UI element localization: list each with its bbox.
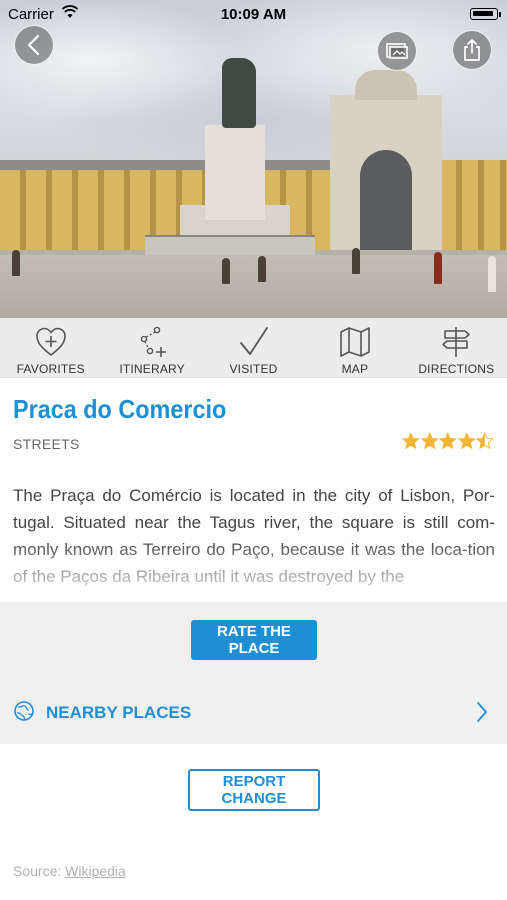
battery-tip — [499, 12, 501, 17]
heart-plus-icon — [35, 327, 66, 357]
monument-fence — [145, 235, 315, 255]
nearby-places-label: NEARBY PLACES — [46, 703, 192, 722]
place-category: STREETS — [13, 436, 80, 452]
star-icon[interactable] — [439, 432, 457, 450]
equestrian-statue — [222, 58, 256, 128]
pedestrian — [488, 256, 496, 292]
itinerary-icon — [140, 326, 167, 357]
report-change-button[interactable]: REPORT CHANGE — [188, 769, 320, 811]
nearby-places-row[interactable]: NEARBY PLACES — [0, 684, 507, 740]
description-fade — [0, 540, 507, 602]
pedestrian — [352, 248, 360, 274]
source-prefix: Source: — [13, 863, 62, 879]
map-icon — [340, 327, 370, 357]
itinerary-button[interactable]: ITINERARY — [101, 318, 202, 377]
source-link[interactable]: Wikipedia — [65, 863, 126, 879]
square-ground — [0, 255, 507, 318]
gallery-icon — [386, 43, 408, 59]
map-label: MAP — [341, 362, 369, 376]
place-photo — [0, 0, 507, 318]
rate-place-button[interactable]: RATE THE PLACE — [191, 620, 317, 660]
back-button[interactable] — [14, 25, 54, 65]
clock: 10:09 AM — [220, 6, 287, 23]
signpost-icon — [442, 327, 471, 357]
monument-pedestal — [205, 125, 265, 220]
action-bar: FAVORITES ITINERARY VISITED MAP DIRECTIO… — [0, 318, 507, 378]
pedestrian — [258, 256, 266, 282]
star-icon[interactable] — [457, 432, 476, 450]
visited-button[interactable]: VISITED — [203, 318, 304, 377]
pedestrian — [434, 252, 442, 284]
battery-icon — [470, 8, 498, 20]
star-icon[interactable] — [476, 432, 494, 450]
chevron-right-icon — [477, 702, 487, 722]
building-facade-right — [440, 160, 507, 250]
globe-icon — [14, 701, 34, 721]
gallery-button[interactable] — [377, 31, 417, 71]
arch-crown — [355, 70, 417, 100]
itinerary-label: ITINERARY — [119, 362, 185, 376]
share-button[interactable] — [452, 30, 492, 70]
star-rating[interactable] — [402, 432, 494, 452]
place-title: Praca do Comercio — [13, 394, 227, 424]
directions-button[interactable]: DIRECTIONS — [406, 318, 507, 377]
checkmark-icon — [239, 327, 268, 355]
map-button[interactable]: MAP — [304, 318, 405, 377]
chevron-left-icon — [27, 34, 40, 56]
star-icon[interactable] — [402, 432, 420, 450]
favorites-label: FAVORITES — [16, 362, 85, 376]
favorites-button[interactable]: FAVORITES — [0, 318, 101, 377]
star-icon[interactable] — [420, 432, 439, 450]
share-icon — [464, 39, 480, 61]
pedestrian — [12, 250, 20, 276]
visited-label: VISITED — [229, 362, 278, 376]
arch-opening — [360, 150, 412, 250]
status-bar: Carrier 10:09 AM — [0, 0, 507, 28]
pedestrian — [222, 258, 230, 284]
source-attribution: Source: Wikipedia — [13, 863, 126, 879]
directions-label: DIRECTIONS — [418, 362, 495, 376]
